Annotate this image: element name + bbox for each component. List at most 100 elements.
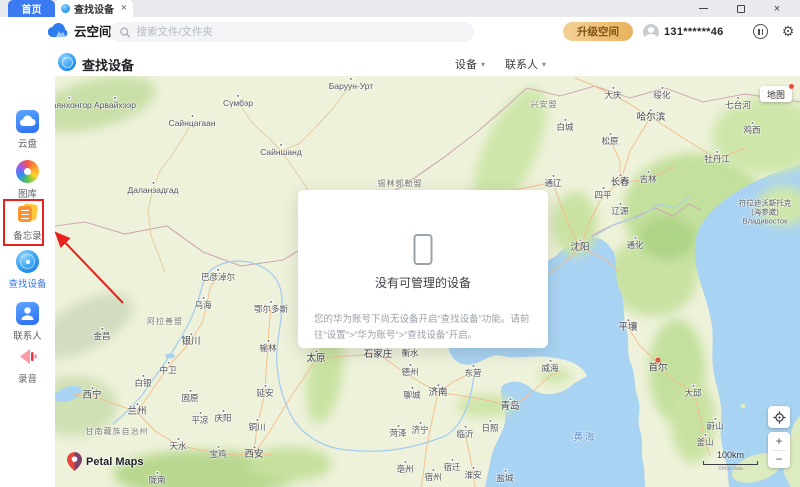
sidebar-item-label: 图库 — [18, 186, 37, 200]
sidebar-item-find-device[interactable]: 查找设备 — [0, 250, 55, 290]
tab-find-device[interactable]: 查找设备 × — [55, 0, 133, 17]
map-label-text: 威海 — [541, 364, 558, 374]
map-label: 济南 — [428, 383, 447, 399]
map-label-text: Сайнцагаан — [168, 119, 215, 129]
map-label-text: 乌海 — [194, 301, 211, 311]
map-label: 延安 — [256, 384, 273, 399]
map-label-text: 首尔 — [648, 364, 667, 375]
map-label-text: 银川 — [181, 337, 200, 348]
tab-home[interactable]: 首页 — [8, 0, 55, 17]
map-label-text: 巴彦淖尔 — [201, 273, 235, 283]
map-label: 兴安盟 — [531, 100, 558, 109]
content-header: 查找设备 设备 ▾ 联系人 ▾ — [55, 48, 800, 76]
toolbar: 云空间 升级空间 131******46 ⚙ — [0, 17, 800, 48]
device-filter-label: 设备 — [455, 56, 477, 72]
transfer-tasks-icon[interactable] — [753, 24, 768, 39]
map-label: 西安 — [244, 445, 263, 461]
window-minimize-button[interactable] — [688, 0, 718, 17]
map-label-text: 白城 — [556, 123, 573, 133]
sidebar-item-notes[interactable]: 备忘录 — [0, 202, 55, 242]
map-copyright: ©Map data — [703, 466, 758, 472]
search-input[interactable] — [136, 26, 464, 38]
cloud-drive-icon — [16, 110, 39, 133]
map-label-text: 日照 — [481, 424, 498, 434]
petal-maps-logo: Petal Maps — [67, 452, 143, 471]
map-label: Арвайхээр — [94, 96, 136, 111]
avatar — [643, 24, 659, 40]
notes-icon — [16, 202, 39, 225]
map-label-text: 济宁 — [411, 426, 428, 436]
map-label-text: 阿拉善盟 — [147, 317, 183, 326]
settings-gear-icon[interactable]: ⚙ — [779, 22, 797, 40]
zoom-control: + − — [768, 432, 790, 468]
map-scale: 100km ©Map data — [703, 450, 758, 472]
chevron-down-icon: ▾ — [542, 60, 546, 69]
map-label-text: 金昌 — [93, 332, 110, 342]
tab-home-label: 首页 — [22, 1, 42, 16]
map-area[interactable]: БаянхонгорАрвайхээр Сүмбэр Баруун-Урт Сайнц… — [55, 76, 800, 487]
device-filter-dropdown[interactable]: 设备 ▾ — [455, 56, 485, 72]
map-label: 西宁 — [82, 386, 101, 402]
map-label: 德州 — [401, 363, 418, 378]
contact-filter-dropdown[interactable]: 联系人 ▾ — [505, 56, 546, 72]
map-label-text: 兴安盟 — [531, 100, 558, 109]
map-label: 通辽 — [544, 174, 561, 189]
map-label: 蔚山 — [706, 417, 723, 432]
sidebar-item-gallery[interactable]: 图库 — [0, 160, 55, 200]
map-label: 天水 — [169, 437, 186, 452]
locate-button[interactable] — [768, 406, 790, 428]
map-label-text: 临沂 — [456, 430, 473, 440]
cloud-logo-icon — [48, 23, 69, 38]
map-label-text: 宿迁 — [443, 463, 460, 473]
map-label-text: 七台河 — [725, 101, 751, 111]
window-maximize-button[interactable] — [726, 0, 756, 17]
crosshair-icon — [773, 411, 786, 424]
map-label: 中卫 — [159, 361, 176, 376]
account-chip[interactable]: 131******46 — [643, 22, 724, 41]
map-label-text: Баянхонгор — [55, 101, 92, 111]
map-label-text: 鸡西 — [743, 126, 760, 136]
map-label: Владивосток — [743, 217, 788, 226]
map-label-text: 固原 — [181, 394, 198, 404]
sidebar-item-recordings[interactable]: 录音 — [0, 345, 55, 385]
window-close-button[interactable]: × — [762, 0, 792, 17]
map-label-text: 石家庄 — [364, 350, 393, 361]
map-label-text: 平凉 — [191, 416, 208, 426]
upgrade-space-button[interactable]: 升级空间 — [563, 22, 633, 41]
contacts-icon — [16, 302, 39, 325]
map-label: 首尔 — [648, 358, 667, 375]
map-label-text: 亳州 — [396, 465, 413, 475]
account-phone: 131******46 — [664, 26, 724, 38]
map-label-text: 宝鸡 — [209, 450, 226, 460]
sidebar-item-contacts[interactable]: 联系人 — [0, 302, 55, 342]
map-label: 威海 — [541, 359, 558, 374]
map-label: 济宁 — [411, 421, 428, 436]
map-label-text: Сайншанд — [260, 148, 302, 158]
map-label-text: Даланзадгад — [127, 186, 178, 196]
zoom-in-button[interactable]: + — [768, 432, 790, 450]
map-label-text: 德州 — [401, 368, 418, 378]
map-label-text: 陇南 — [148, 476, 165, 486]
sidebar-item-cloud-drive[interactable]: 云盘 — [0, 110, 55, 150]
scale-bar — [703, 461, 758, 465]
sidebar: 云盘 图库 备忘录 查找设备 联系人 — [0, 48, 55, 487]
map-label-text: Сүмбэр — [223, 99, 253, 109]
map-type-button[interactable]: 地图 — [760, 86, 792, 102]
map-label: 金昌 — [93, 327, 110, 342]
map-label-text: 淮安 — [464, 471, 481, 481]
map-label: 阿拉善盟 — [147, 317, 183, 326]
map-label: 大庆 — [604, 86, 621, 101]
map-label: 固原 — [181, 389, 198, 404]
search-box[interactable] — [110, 22, 474, 42]
find-device-header-icon — [58, 53, 76, 71]
map-label: 平壤 — [618, 318, 637, 334]
map-label: 白银 — [134, 374, 151, 389]
map-label-text: Баруун-Урт — [329, 82, 373, 92]
zoom-out-button[interactable]: − — [768, 451, 790, 469]
tab-close-icon[interactable]: × — [121, 3, 127, 14]
tab-bar: 首页 查找设备 × × — [0, 0, 800, 17]
map-label-text: 榆林 — [259, 344, 276, 354]
map-label: 鄂尔多斯 — [254, 300, 288, 315]
map-label: 吉林 — [639, 170, 656, 185]
chevron-down-icon: ▾ — [481, 60, 485, 69]
